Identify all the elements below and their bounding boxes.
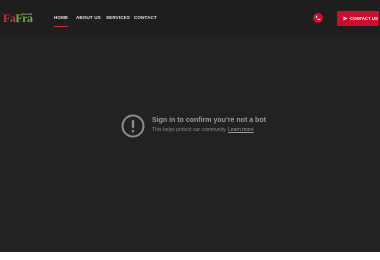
paper-plane-icon [343, 16, 348, 21]
site-logo[interactable]: FaFra Sounds [3, 11, 35, 25]
bot-check-subtitle: This helps protect our community. Learn … [152, 127, 254, 133]
alert-circle-icon [121, 114, 145, 138]
bot-check-subtitle-text: This helps protect our community. [152, 127, 227, 133]
page-bottom-strip [0, 252, 380, 260]
logo-tagline: Sounds [22, 12, 33, 16]
contact-us-label: CONTACT US [350, 16, 378, 21]
learn-more-link[interactable]: Learn more [228, 127, 254, 133]
phone-button[interactable] [313, 13, 323, 23]
phone-icon [315, 15, 321, 21]
bot-check-title: Sign in to confirm you’re not a bot [152, 117, 266, 124]
nav-home[interactable]: HOME [54, 15, 69, 27]
contact-us-button[interactable]: CONTACT US [337, 11, 379, 26]
bot-check-message: Sign in to confirm you’re not a bot This… [121, 114, 281, 140]
nav-services[interactable]: SERVICES [106, 15, 130, 20]
embedded-video[interactable] [0, 37, 380, 252]
nav-contact[interactable]: CONTACT [134, 15, 157, 20]
site-header: FaFra Sounds HOME ABOUT US SERVICES CONT… [0, 0, 380, 37]
nav-about-us[interactable]: ABOUT US [76, 15, 101, 20]
